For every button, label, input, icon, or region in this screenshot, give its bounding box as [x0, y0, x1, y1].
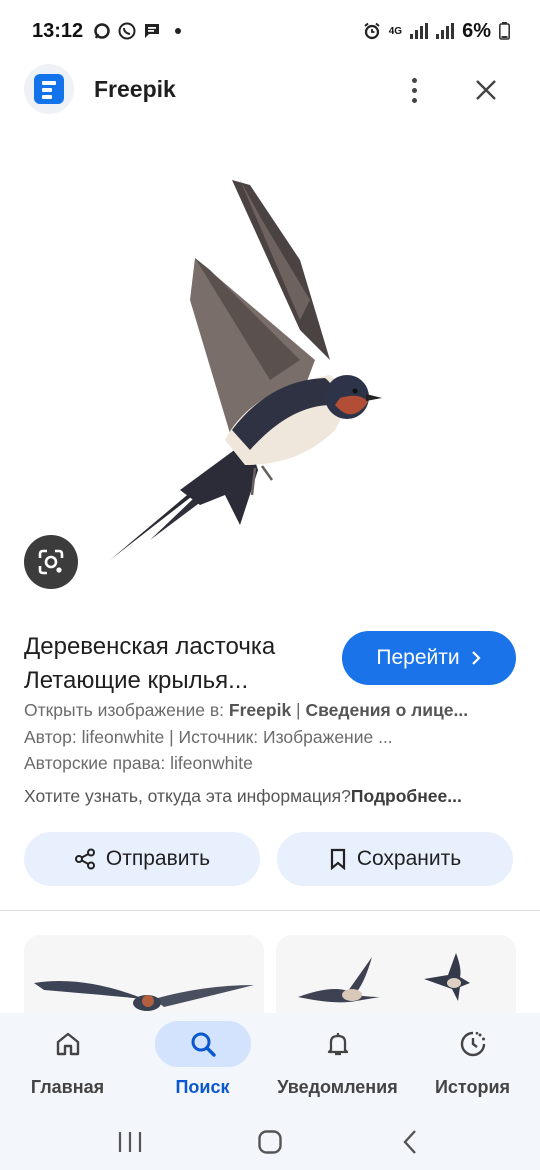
signal-icon [410, 23, 429, 39]
nav-search-label: Поиск [175, 1077, 230, 1097]
divider [0, 910, 540, 911]
details-link[interactable]: Сведения о лице... [305, 700, 468, 720]
recent-apps-icon[interactable] [110, 1122, 150, 1162]
chevron-right-icon [471, 651, 481, 665]
freepik-logo-icon [24, 64, 74, 114]
battery-icon [499, 22, 510, 40]
nav-search[interactable]: Поиск [135, 1013, 270, 1113]
close-icon[interactable] [466, 70, 506, 110]
result-title-line2: Летающие крылья... [24, 667, 249, 694]
open-image-in-line[interactable]: Открыть изображение в: Freepik | Сведени… [24, 700, 516, 721]
source-name: Freepik [94, 75, 176, 102]
result-title-line1: Деревенская ласточка [24, 633, 276, 660]
status-bar: 13:12 4G 6% [0, 0, 540, 62]
bookmark-icon [330, 848, 345, 870]
share-button[interactable]: Отправить [24, 832, 260, 886]
whatsapp-icon [118, 22, 136, 40]
nav-notifications[interactable]: Уведомления [270, 1013, 405, 1113]
more-options-icon[interactable] [394, 70, 434, 110]
save-button[interactable]: Сохранить [277, 832, 513, 886]
lens-icon [38, 549, 64, 575]
message-bubble-icon [94, 23, 110, 39]
copyright-line: Авторские права: lifeonwhite [24, 753, 253, 773]
share-icon [74, 848, 95, 870]
result-image[interactable] [0, 125, 540, 615]
bottom-navigation: Главная Поиск Уведомления История [0, 1013, 540, 1113]
share-label: Отправить [105, 847, 211, 870]
visit-button-label: Перейти [376, 646, 460, 669]
chat-icon [145, 24, 160, 38]
signal-icon-2 [436, 23, 455, 39]
result-title: Деревенская ласточка Летающие крылья... [24, 630, 334, 698]
author-line: Автор: lifeonwhite | Источник: Изображен… [24, 727, 393, 747]
nav-home[interactable]: Главная [0, 1013, 135, 1113]
learn-more-link[interactable]: Подробнее... [351, 786, 462, 806]
search-icon [191, 1032, 216, 1057]
system-navigation [0, 1113, 540, 1170]
save-label: Сохранить [356, 847, 462, 870]
bell-icon [327, 1033, 348, 1056]
history-icon [460, 1031, 485, 1057]
visit-button[interactable]: Перейти [342, 631, 516, 685]
battery-percent: 6% [462, 19, 491, 42]
home-icon [56, 1032, 79, 1056]
home-button-icon[interactable] [250, 1122, 290, 1162]
source-header: Freepik [0, 62, 540, 116]
nav-history[interactable]: История [405, 1013, 540, 1113]
alarm-icon [364, 22, 380, 40]
open-site-link[interactable]: Freepik [229, 700, 291, 720]
source-question[interactable]: Хотите узнать, откуда эта информация?Под… [24, 786, 516, 807]
nav-history-label: История [434, 1077, 511, 1097]
network-type-label: 4G [388, 25, 403, 37]
nav-home-label: Главная [30, 1077, 105, 1097]
notification-dot-icon [175, 28, 182, 34]
nav-notifications-label: Уведомления [277, 1077, 398, 1097]
status-time: 13:12 [32, 19, 84, 42]
google-lens-button[interactable] [24, 535, 78, 589]
back-icon[interactable] [390, 1122, 430, 1162]
